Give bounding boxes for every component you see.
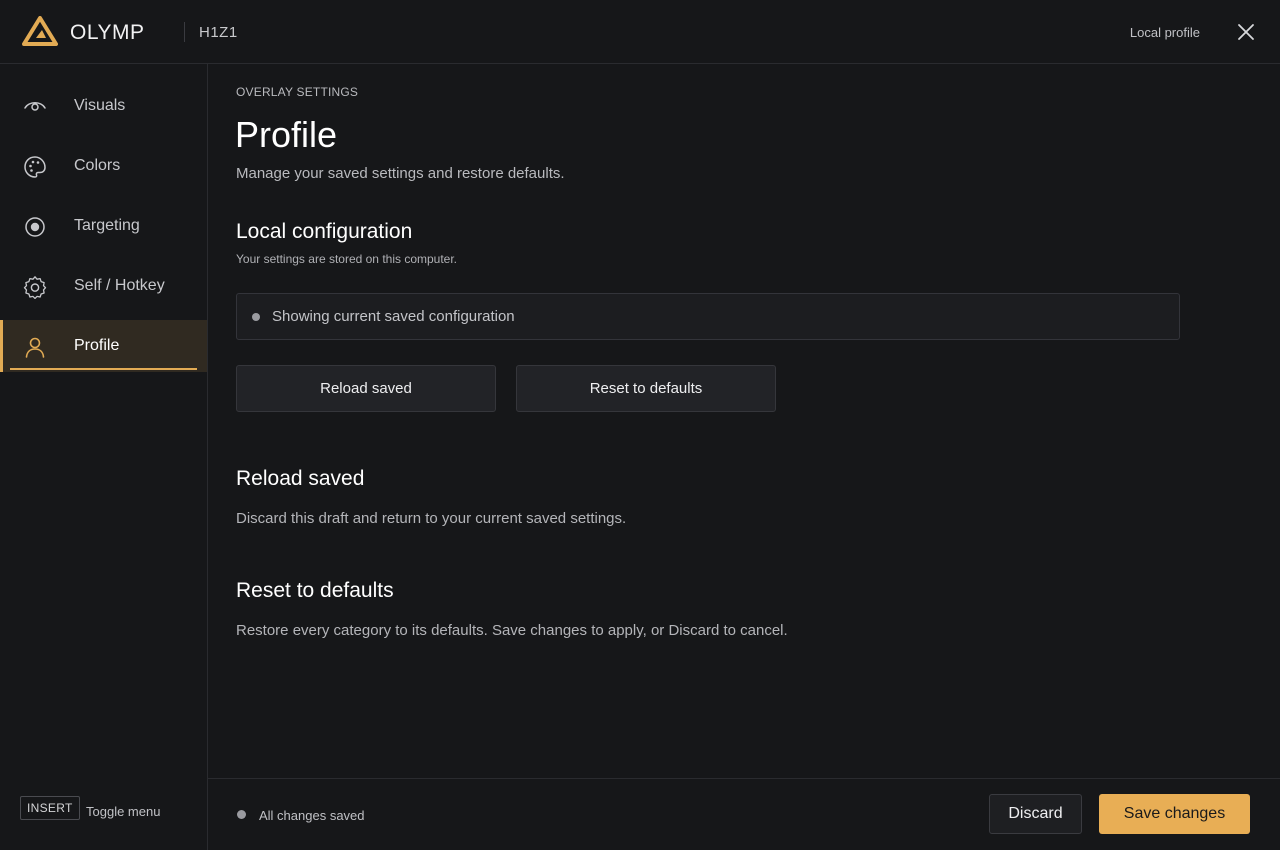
profile-indicator: Local profile bbox=[1129, 25, 1200, 40]
user-icon bbox=[25, 337, 45, 358]
sidebar-item-label: Targeting bbox=[74, 217, 140, 234]
reset-defaults-button[interactable]: Reset to defaults bbox=[516, 365, 776, 412]
header-divider bbox=[184, 22, 185, 42]
olymp-logo-icon bbox=[22, 16, 58, 46]
sidebar-item-profile[interactable]: Profile bbox=[0, 320, 207, 372]
section-eyebrow: OVERLAY SETTINGS bbox=[236, 85, 359, 99]
local-config-desc: Your settings are stored on this compute… bbox=[236, 252, 458, 266]
save-changes-button[interactable]: Save changes bbox=[1099, 794, 1250, 834]
sidebar-item-self-hotkey[interactable]: Self / Hotkey bbox=[0, 260, 207, 312]
close-icon[interactable] bbox=[1236, 22, 1256, 42]
top-bar: OLYMP H1Z1 Local profile bbox=[0, 0, 1280, 64]
app-window: OLYMP H1Z1 Local profile Visuals Colors bbox=[0, 0, 1280, 850]
reset-section-desc: Restore every category to its defaults. … bbox=[236, 622, 788, 639]
sidebar-item-visuals[interactable]: Visuals bbox=[0, 80, 207, 132]
sidebar-item-label: Colors bbox=[74, 157, 121, 174]
page-title: Profile bbox=[235, 114, 338, 155]
reload-section-desc: Discard this draft and return to your cu… bbox=[236, 510, 627, 527]
sidebar-item-targeting[interactable]: Targeting bbox=[0, 200, 207, 252]
sidebar-item-label: Visuals bbox=[74, 97, 126, 114]
brand-name: OLYMP bbox=[70, 21, 145, 44]
palette-icon bbox=[24, 156, 46, 178]
page-subtitle: Manage your saved settings and restore d… bbox=[236, 165, 565, 182]
target-icon bbox=[25, 217, 45, 237]
reset-section-title: Reset to defaults bbox=[236, 579, 394, 602]
hotkey-badge: INSERT bbox=[20, 796, 80, 820]
config-status-text: Showing current saved configuration bbox=[272, 308, 515, 325]
sidebar: Visuals Colors Targeting Self / Hotkey P… bbox=[0, 64, 208, 850]
reload-section-title: Reload saved bbox=[236, 467, 365, 490]
save-status-text: All changes saved bbox=[259, 808, 365, 823]
gear-icon bbox=[23, 276, 47, 299]
reload-saved-button[interactable]: Reload saved bbox=[236, 365, 496, 412]
hotkey-label: Toggle menu bbox=[86, 804, 161, 819]
game-name: H1Z1 bbox=[199, 24, 238, 41]
local-config-title: Local configuration bbox=[236, 220, 413, 243]
status-dot bbox=[252, 313, 260, 321]
main-panel: OVERLAY SETTINGS Profile Manage your sav… bbox=[208, 64, 1280, 778]
sidebar-item-label: Self / Hotkey bbox=[74, 277, 165, 294]
discard-button[interactable]: Discard bbox=[989, 794, 1082, 834]
sidebar-item-label: Profile bbox=[74, 337, 120, 354]
config-status-box: Showing current saved configuration bbox=[236, 293, 1180, 340]
save-status-dot bbox=[237, 810, 246, 819]
footer-bar: All changes saved Discard Save changes bbox=[208, 778, 1280, 850]
eye-icon bbox=[24, 102, 46, 111]
sidebar-item-colors[interactable]: Colors bbox=[0, 140, 207, 192]
